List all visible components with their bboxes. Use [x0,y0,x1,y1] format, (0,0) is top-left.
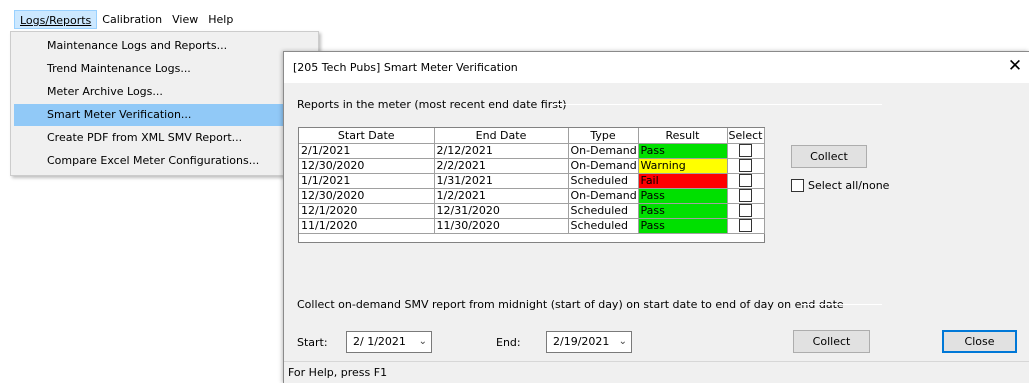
reports-group-divider [552,104,882,105]
column-header-result[interactable]: Result [638,128,728,144]
status-badge: Pass [638,188,728,204]
column-header-type[interactable]: Type [568,128,639,144]
start-date-picker[interactable]: 2/ 1/2021 ⌄ [346,331,432,353]
smv-dialog: [205 Tech Pubs] Smart Meter Verification… [283,51,1029,383]
cell-type: On-Demand [568,158,639,174]
table-row[interactable]: 12/1/2020 12/31/2020 Scheduled Pass [299,203,765,219]
cell-end-date: 11/30/2020 [434,218,569,234]
table-row[interactable]: 11/1/2020 11/30/2020 Scheduled Pass [299,218,765,234]
menu-logs-reports[interactable]: Logs/Reports [14,10,98,29]
table-row[interactable]: 2/1/2021 2/12/2021 On-Demand Pass [299,143,765,159]
start-date-value: 2/ 1/2021 [353,335,406,348]
select-checkbox[interactable] [739,204,752,217]
menu-item-maintenance-logs[interactable]: Maintenance Logs and Reports... [14,35,316,57]
status-badge: Warning [638,158,728,174]
end-date-value: 2/19/2021 [553,335,610,348]
table-row[interactable]: 1/1/2021 1/31/2021 Scheduled Fail [299,173,765,189]
cell-start-date: 12/30/2020 [299,188,435,204]
reports-table: Start Date End Date Type Result Select 2… [298,127,765,243]
menu-item-compare-excel[interactable]: Compare Excel Meter Configurations... [14,150,316,172]
select-checkbox[interactable] [739,174,752,187]
close-button-label: Close [964,335,995,348]
column-header-start-date[interactable]: Start Date [299,128,435,144]
select-all-label: Select all/none [808,179,890,192]
menu-item-smart-meter-verification[interactable]: Smart Meter Verification... [14,104,316,126]
select-all-checkbox[interactable]: Select all/none [791,179,889,192]
status-text: For Help, press F1 [288,366,388,379]
cell-type: Scheduled [568,173,639,189]
dialog-titlebar: [205 Tech Pubs] Smart Meter Verification… [284,52,1029,83]
column-header-select[interactable]: Select [727,128,765,144]
cell-select [727,188,765,204]
cell-select [727,173,765,189]
select-all-box[interactable] [791,179,804,192]
end-date-picker[interactable]: 2/19/2021 ⌄ [546,331,632,353]
cell-end-date: 2/2/2021 [434,158,569,174]
cell-start-date: 1/1/2021 [299,173,435,189]
cell-select [727,218,765,234]
cell-end-date: 12/31/2020 [434,203,569,219]
cell-start-date: 2/1/2021 [299,143,435,159]
select-checkbox[interactable] [739,159,752,172]
end-label: End: [496,336,521,349]
cell-end-date: 1/2/2021 [434,188,569,204]
select-checkbox[interactable] [739,144,752,157]
menu-item-archive-logs[interactable]: Meter Archive Logs... [14,81,316,103]
collect-ondemand-button-label: Collect [812,335,851,348]
cell-start-date: 12/30/2020 [299,158,435,174]
table-row[interactable]: 12/30/2020 1/2/2021 On-Demand Pass [299,188,765,204]
collect-report-button-label: Collect [810,150,848,163]
select-checkbox[interactable] [739,189,752,202]
chevron-down-icon[interactable]: ⌄ [619,332,627,352]
cell-start-date: 11/1/2020 [299,218,435,234]
menu-item-create-pdf[interactable]: Create PDF from XML SMV Report... [14,127,316,149]
menu-help[interactable]: Help [203,10,238,29]
cell-start-date: 12/1/2020 [299,203,435,219]
cell-select [727,143,765,159]
collect-report-button[interactable]: Collect [791,145,867,168]
cell-type: On-Demand [568,188,639,204]
cell-select [727,158,765,174]
menu-calibration[interactable]: Calibration [97,10,167,29]
dialog-title: [205 Tech Pubs] Smart Meter Verification [293,61,518,74]
menu-bar: Logs/Reports Calibration View Help [14,10,238,30]
reports-group-label: Reports in the meter (most recent end da… [297,98,567,111]
column-header-end-date[interactable]: End Date [434,128,569,144]
start-label: Start: [297,336,328,349]
ondemand-group-label: Collect on-demand SMV report from midnig… [297,298,844,311]
status-badge: Pass [638,143,728,159]
cell-type: Scheduled [568,218,639,234]
status-badge: Fail [638,173,728,189]
table-row[interactable]: 12/30/2020 2/2/2021 On-Demand Warning [299,158,765,174]
close-icon[interactable]: ✕ [1001,52,1029,83]
cell-end-date: 2/12/2021 [434,143,569,159]
cell-select [727,203,765,219]
menu-view[interactable]: View [167,10,203,29]
menu-item-trend-logs[interactable]: Trend Maintenance Logs... [14,58,316,80]
ondemand-group-divider [802,304,882,305]
select-checkbox[interactable] [739,219,752,232]
table-header-row: Start Date End Date Type Result Select [299,128,765,144]
status-badge: Pass [638,218,728,234]
status-badge: Pass [638,203,728,219]
cell-end-date: 1/31/2021 [434,173,569,189]
collect-ondemand-button[interactable]: Collect [793,330,870,353]
logs-reports-dropdown: Maintenance Logs and Reports... Trend Ma… [10,31,319,176]
cell-type: On-Demand [568,143,639,159]
close-button[interactable]: Close [942,330,1017,353]
chevron-down-icon[interactable]: ⌄ [419,332,427,352]
cell-type: Scheduled [568,203,639,219]
status-bar: For Help, press F1 [284,361,1029,383]
